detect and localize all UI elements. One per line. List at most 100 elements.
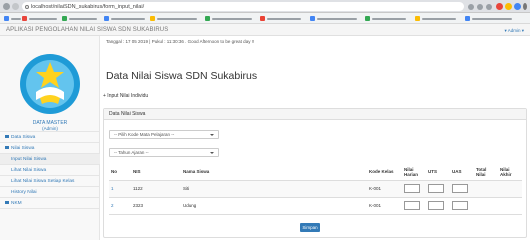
cell-uas bbox=[450, 197, 474, 215]
sidebar-item-label: Lihat Nilai Siswa bbox=[11, 168, 47, 173]
bookmark-item[interactable] bbox=[62, 16, 97, 21]
sidebar-item-lihat-nilai[interactable]: Lihat Nilai Siswa bbox=[0, 165, 100, 176]
col-no: No bbox=[109, 164, 131, 181]
bar-chart-icon bbox=[5, 201, 9, 205]
col-uts: UTS bbox=[426, 164, 450, 181]
bookmark-item[interactable] bbox=[205, 16, 252, 21]
table-row: 1 1122 Siti K-001 bbox=[109, 180, 522, 198]
table-icon bbox=[5, 146, 9, 150]
cell-nilai-harian bbox=[402, 197, 426, 215]
bookmark-item[interactable] bbox=[365, 16, 406, 21]
col-kode-kelas: Kode Kelas bbox=[367, 164, 402, 181]
col-nilai-akhir: Nilai Akhir bbox=[498, 164, 522, 181]
sidebar-item-label: Lihat Nilai Siswa Setiap Kelas bbox=[11, 179, 75, 184]
app-header: APLIKASI PENGOLAHAN NILAI SISWA SDN SUKA… bbox=[0, 24, 530, 36]
sidebar-item-nkm[interactable]: NKM bbox=[0, 198, 100, 209]
cell-no: 1 bbox=[109, 180, 131, 198]
star-icon[interactable] bbox=[486, 3, 492, 10]
sidebar-item-label: Data Siswa bbox=[11, 135, 36, 140]
bookmarks-bar bbox=[0, 13, 530, 24]
sidebar: DATA MASTER (Admin) Data Siswa Nilai Sis… bbox=[0, 36, 100, 240]
bookmark-item[interactable] bbox=[150, 16, 197, 21]
bookmark-icon bbox=[62, 16, 67, 21]
data-master-label: DATA MASTER (Admin) bbox=[0, 120, 100, 132]
uts-input[interactable] bbox=[428, 184, 444, 193]
sidebar-item-data-siswa[interactable]: Data Siswa bbox=[0, 132, 100, 143]
address-bar[interactable]: localhost/nilaiSDN_sukabirus/form_input_… bbox=[22, 2, 464, 11]
bookmark-item[interactable] bbox=[4, 16, 21, 21]
cell-akhir bbox=[498, 180, 522, 198]
extension-icon[interactable] bbox=[514, 3, 521, 10]
key-icon[interactable] bbox=[468, 3, 474, 10]
sidebar-item-input-nilai[interactable]: Input Nilai Siswa bbox=[0, 154, 100, 165]
cell-nama: Udung bbox=[181, 197, 367, 215]
simpan-button[interactable]: Simpan bbox=[300, 223, 320, 232]
panel-title: Data Nilai Siswa bbox=[104, 109, 526, 120]
sidebar-item-label: Input Nilai Siswa bbox=[11, 157, 47, 162]
sidebar-item-label: Nilai Siswa bbox=[11, 146, 35, 151]
bookmark-icon bbox=[365, 16, 370, 21]
bookmark-icon bbox=[150, 16, 155, 21]
bookmark-item[interactable] bbox=[22, 16, 57, 21]
bookmark-icon bbox=[260, 16, 265, 21]
bookmark-icon bbox=[310, 16, 315, 21]
tahun-select-value: -- Tahun Ajaran -- bbox=[114, 150, 149, 155]
mapel-select[interactable]: -- Pilih Kode Mata Pelajaran -- bbox=[109, 130, 219, 139]
cell-uts bbox=[426, 180, 450, 198]
col-nilai-harian: Nilai Harian bbox=[402, 164, 426, 181]
nilai-harian-input[interactable] bbox=[404, 184, 420, 193]
cell-kelas: K-001 bbox=[367, 180, 402, 198]
menu-icon[interactable] bbox=[523, 3, 527, 10]
chevron-down-icon bbox=[210, 152, 214, 154]
chevron-down-icon bbox=[210, 134, 214, 136]
col-nama-siswa: Nama Siswa bbox=[181, 164, 367, 181]
sidebar-item-history-nilai[interactable]: History Nilai bbox=[0, 187, 100, 198]
tahun-ajaran-select[interactable]: -- Tahun Ajaran -- bbox=[109, 148, 219, 157]
sidebar-item-lihat-nilai-kelas[interactable]: Lihat Nilai Siswa Setiap Kelas bbox=[0, 176, 100, 187]
table-row: 2 2323 Udung K-001 bbox=[109, 197, 522, 215]
page-title: Data Nilai Siswa SDN Sukabirus bbox=[106, 70, 258, 82]
cell-nis: 1122 bbox=[131, 180, 181, 198]
bookmark-icon bbox=[415, 16, 420, 21]
nilai-harian-input[interactable] bbox=[404, 201, 420, 210]
sidebar-item-label: NKM bbox=[11, 201, 22, 206]
cell-nama: Siti bbox=[181, 180, 367, 198]
tut-wuri-handayani-logo bbox=[20, 54, 80, 114]
cell-akhir bbox=[498, 197, 522, 215]
back-icon[interactable] bbox=[3, 3, 10, 10]
cell-total bbox=[474, 197, 498, 215]
bookmark-item[interactable] bbox=[465, 16, 512, 21]
bookmark-icon bbox=[104, 16, 109, 21]
table-header-row: No NIS Nama Siswa Kode Kelas Nilai Haria… bbox=[109, 164, 522, 181]
col-total-nilai: Total Nilai bbox=[474, 164, 498, 181]
cell-kelas: K-001 bbox=[367, 197, 402, 215]
bookmark-item[interactable] bbox=[415, 16, 456, 21]
extension-icon[interactable] bbox=[505, 3, 512, 10]
info-icon bbox=[25, 4, 29, 9]
users-icon bbox=[5, 135, 9, 139]
user-menu[interactable]: ▾ Admin ▾ bbox=[504, 28, 524, 34]
cell-uas bbox=[450, 180, 474, 198]
bookmark-icon bbox=[22, 16, 27, 21]
app-title: APLIKASI PENGOLAHAN NILAI SISWA SDN SUKA… bbox=[6, 27, 169, 33]
bookmark-item[interactable] bbox=[260, 16, 301, 21]
bookmark-item[interactable] bbox=[310, 16, 357, 21]
sidebar-item-nilai-siswa[interactable]: Nilai Siswa bbox=[0, 143, 100, 154]
forward-icon[interactable] bbox=[12, 3, 19, 10]
cell-total bbox=[474, 180, 498, 198]
uas-input[interactable] bbox=[452, 184, 468, 193]
extension-icon[interactable] bbox=[496, 3, 503, 10]
col-nis: NIS bbox=[131, 164, 181, 181]
bookmark-icon bbox=[465, 16, 470, 21]
bookmark-item[interactable] bbox=[104, 16, 145, 21]
nilai-table: No NIS Nama Siswa Kode Kelas Nilai Haria… bbox=[109, 164, 522, 215]
col-uas: UAS bbox=[450, 164, 474, 181]
zoom-icon[interactable] bbox=[477, 3, 483, 10]
uas-input[interactable] bbox=[452, 201, 468, 210]
input-nilai-individu-link[interactable]: + Input Nilai Individu bbox=[103, 93, 148, 99]
sidebar-item-label: History Nilai bbox=[11, 190, 37, 195]
data-nilai-panel: Data Nilai Siswa -- Pilih Kode Mata Pela… bbox=[103, 108, 527, 238]
cell-uts bbox=[426, 197, 450, 215]
cell-nilai-harian bbox=[402, 180, 426, 198]
uts-input[interactable] bbox=[428, 201, 444, 210]
